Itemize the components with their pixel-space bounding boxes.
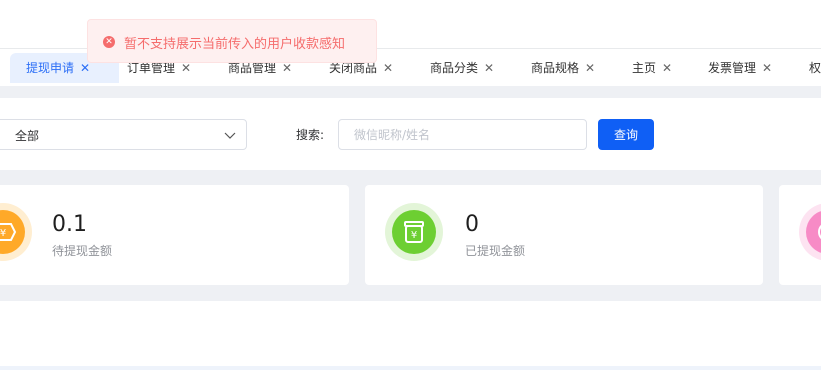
tab-product-category[interactable]: 商品分类 ✕ [430,53,494,83]
tab-product-spec[interactable]: 商品规格 ✕ [531,53,595,83]
pending-withdraw-icon-ring: ¥ [0,203,32,261]
withdrawn-label: 已提现金额 [465,244,526,258]
close-icon[interactable]: ✕ [181,61,191,75]
close-icon[interactable]: ✕ [762,61,772,75]
close-icon[interactable]: ✕ [80,61,90,75]
tab-permission[interactable]: 权 [809,53,821,83]
withdrawn-card: ¥ 0 已提现金额 [365,185,763,285]
tab-label: 权 [809,61,821,75]
tab-label: 订单管理 [127,61,176,75]
tab-label: 提现申请 [26,61,75,75]
tab-label: 商品规格 [531,61,580,75]
yen-tag-icon: ¥ [0,210,25,254]
close-icon[interactable]: ✕ [383,61,393,75]
svg-text:¥: ¥ [0,228,6,239]
chevron-down-icon [224,132,236,139]
third-stat-card [779,185,821,285]
tab-divider [0,86,821,98]
close-icon[interactable]: ✕ [484,61,494,75]
tab-label: 主页 [632,61,657,75]
close-icon[interactable]: ✕ [282,61,292,75]
withdrawn-icon-ring: ¥ [385,203,443,261]
search-label: 搜索: [296,128,325,142]
svg-text:¥: ¥ [411,230,417,241]
search-input[interactable] [338,119,587,150]
withdrawn-amount: 0 [465,212,479,237]
close-icon[interactable]: ✕ [585,61,595,75]
status-select-value: 全部 [15,129,40,143]
pending-withdraw-amount: 0.1 [52,212,87,237]
tab-invoice-management[interactable]: 发票管理 ✕ [708,53,772,83]
tab-label: 关闭商品 [329,61,378,75]
stat-icon [806,210,821,254]
tab-label: 发票管理 [708,61,757,75]
close-icon[interactable]: ✕ [662,61,672,75]
yen-jar-icon: ¥ [392,210,436,254]
error-circle-icon: ✕ [103,36,115,48]
pending-withdraw-card: ¥ 0.1 待提现金额 [0,185,349,285]
error-toast: ✕ 暂不支持展示当前传入的用户收款感知 [87,19,377,63]
third-stat-icon-ring [799,203,821,261]
tab-home[interactable]: 主页 ✕ [632,53,672,83]
query-button[interactable]: 查询 [598,119,654,150]
pending-withdraw-label: 待提现金额 [52,244,113,258]
tab-label: 商品分类 [430,61,479,75]
toast-message: 暂不支持展示当前传入的用户收款感知 [124,37,346,52]
bottom-divider [0,366,821,370]
tab-label: 商品管理 [228,61,277,75]
status-select[interactable]: 全部 [0,119,247,150]
